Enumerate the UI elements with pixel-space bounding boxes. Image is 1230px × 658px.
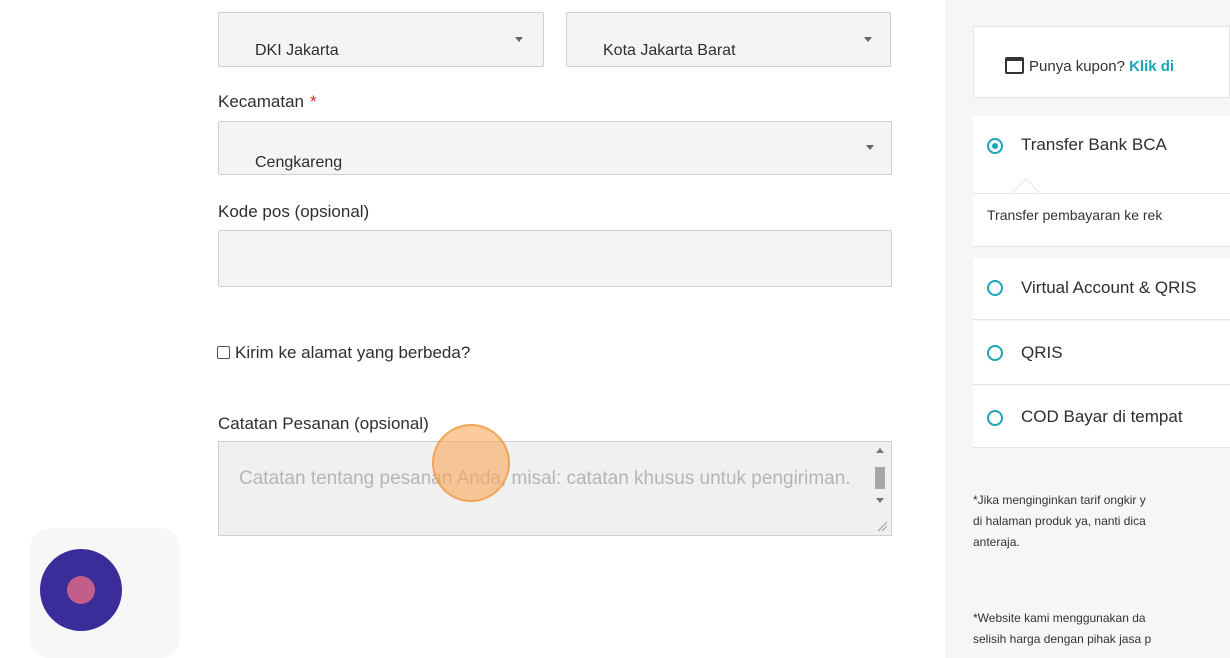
radio-icon[interactable] [987, 345, 1003, 361]
district-label: Kecamatan * [218, 92, 317, 112]
chevron-down-icon [866, 145, 874, 150]
scroll-down-icon[interactable] [876, 498, 884, 503]
note-line: di halaman produk ya, nanti dica [973, 514, 1146, 528]
coupon-prompt: Punya kupon? [1029, 58, 1125, 75]
payment-label: Transfer Bank BCA [1021, 135, 1167, 154]
city-value: Kota Jakarta Barat [603, 42, 736, 59]
payment-option-va-qris[interactable]: Virtual Account & QRIS [973, 258, 1230, 320]
district-value: Cengkareng [255, 154, 343, 171]
postcode-label: Kode pos (opsional) [218, 202, 370, 221]
resize-handle-icon[interactable] [876, 520, 888, 532]
shipping-note: *Jika menginginkan tarif ongkir y di hal… [973, 490, 1146, 553]
ship-different-checkbox[interactable] [217, 346, 230, 359]
note-line: selisih harga dengan pihak jasa p [973, 632, 1152, 646]
website-note: *Website kami menggunakan da selisih har… [973, 608, 1151, 650]
payment-option-qris[interactable]: QRIS [973, 321, 1230, 385]
scroll-thumb[interactable] [875, 467, 885, 489]
bca-description-text: Transfer pembayaran ke rek [987, 207, 1163, 223]
fab-dot-icon [67, 576, 95, 604]
note-line: *Website kami menggunakan da [973, 611, 1146, 625]
payment-option-bca[interactable]: Transfer Bank BCA [973, 116, 1230, 194]
ship-different-label[interactable]: Kirim ke alamat yang berbeda? [235, 343, 470, 363]
payment-label: QRIS [1021, 343, 1063, 362]
province-value: DKI Jakarta [255, 42, 339, 59]
chevron-down-icon [515, 37, 523, 42]
order-notes-placeholder: Catatan tentang pesanan Anda, misal: cat… [239, 468, 851, 489]
district-select[interactable]: Cengkareng [218, 121, 892, 175]
district-label-text: Kecamatan [218, 92, 304, 111]
province-select[interactable]: DKI Jakarta [218, 12, 544, 67]
calendar-icon [1005, 57, 1024, 74]
chevron-down-icon [864, 37, 872, 42]
city-select[interactable]: Kota Jakarta Barat [566, 12, 891, 67]
radio-icon[interactable] [987, 280, 1003, 296]
radio-icon[interactable] [987, 410, 1003, 426]
coupon-box: Punya kupon? Klik di [973, 26, 1230, 98]
payment-option-cod[interactable]: COD Bayar di tempat [973, 386, 1230, 448]
payment-label: COD Bayar di tempat [1021, 407, 1183, 426]
required-mark: * [310, 92, 317, 111]
order-notes-textarea[interactable]: Catatan tentang pesanan Anda, misal: cat… [218, 441, 892, 536]
payment-label: Virtual Account & QRIS [1021, 278, 1197, 297]
note-line: anteraja. [973, 535, 1020, 549]
postcode-input[interactable] [218, 230, 892, 287]
note-line: *Jika menginginkan tarif ongkir y [973, 493, 1146, 507]
floating-action-button[interactable] [40, 549, 122, 631]
pointer-notch-icon [1011, 178, 1041, 194]
coupon-text: Punya kupon? Klik di [1029, 58, 1174, 75]
payment-description: Transfer pembayaran ke rek [973, 193, 1230, 247]
scroll-up-icon[interactable] [876, 448, 884, 453]
click-indicator [432, 424, 510, 502]
order-notes-label: Catatan Pesanan (opsional) [218, 414, 429, 433]
radio-selected-icon[interactable] [987, 138, 1003, 154]
coupon-link[interactable]: Klik di [1129, 58, 1174, 75]
